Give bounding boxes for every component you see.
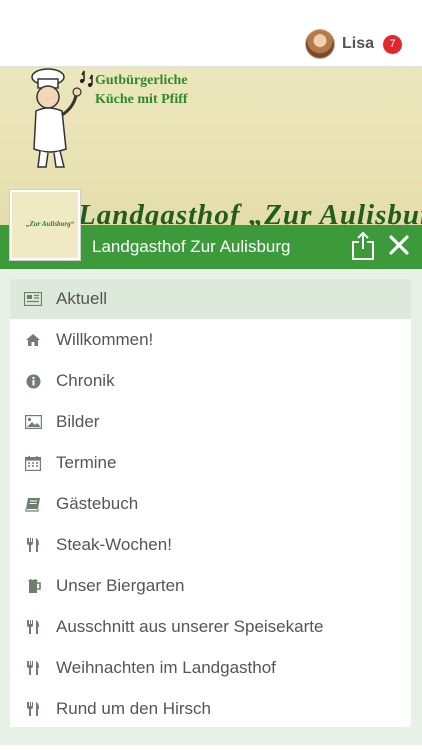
chef-illustration — [31, 68, 93, 168]
share-icon[interactable] — [350, 231, 376, 261]
newspaper-icon — [24, 290, 42, 308]
menu-item-label: Weihnachten im Landgasthof — [56, 658, 276, 677]
banner-slogan: Gutbürgerliche Küche mit Pfiff — [95, 73, 188, 107]
fork-knife-icon — [24, 618, 42, 636]
menu-item-label: Unser Biergarten — [56, 576, 185, 595]
fork-knife-icon — [24, 536, 42, 554]
close-icon[interactable] — [388, 234, 410, 256]
menu-item-termine[interactable]: Termine — [10, 443, 411, 483]
banner-restaurant-name: Landgasthof „Zur Aulisburg“ — [78, 199, 422, 225]
menu-item-gaestebuch[interactable]: Gästebuch — [10, 484, 411, 524]
menu-area: Aktuell Willkommen! Chronik Bilder Termi — [0, 269, 422, 750]
book-icon — [24, 495, 42, 513]
menu-item-label: Steak-Wochen! — [56, 535, 172, 554]
logo-text: „Zur Aulisburg“ — [26, 220, 75, 228]
user-menu[interactable]: Lisa 7 — [304, 29, 402, 59]
menu-item-hirsch[interactable]: Rund um den Hirsch — [10, 689, 411, 729]
menu-item-label: Bilder — [56, 412, 100, 431]
menu-item-label: Rund um den Hirsch — [56, 699, 211, 718]
image-icon — [24, 413, 42, 431]
menu-item-steak-wochen[interactable]: Steak-Wochen! — [10, 525, 411, 565]
restaurant-logo[interactable]: „Zur Aulisburg“ — [10, 190, 80, 260]
info-icon — [24, 372, 42, 390]
menu-item-label: Chronik — [56, 371, 115, 390]
page-title: Landgasthof Zur Aulisburg — [92, 237, 291, 256]
menu-item-label: Termine — [56, 453, 117, 472]
menu-item-biergarten[interactable]: Unser Biergarten — [10, 566, 411, 606]
menu-item-speisekarte[interactable]: Ausschnitt aus unserer Speisekarte — [10, 607, 411, 647]
navigation-menu: Aktuell Willkommen! Chronik Bilder Termi — [10, 279, 411, 727]
menu-item-weihnachten[interactable]: Weihnachten im Landgasthof — [10, 648, 411, 688]
top-bar: Lisa 7 — [0, 0, 422, 67]
bottom-divider — [0, 745, 422, 750]
avatar[interactable] — [304, 29, 335, 59]
notification-badge[interactable]: 7 — [383, 34, 402, 54]
menu-item-label: Gästebuch — [56, 494, 139, 513]
menu-item-aktuell[interactable]: Aktuell — [10, 279, 411, 319]
menu-item-bilder[interactable]: Bilder — [10, 402, 411, 442]
menu-item-label: Aktuell — [56, 289, 108, 308]
beer-icon — [24, 577, 42, 595]
menu-item-willkommen[interactable]: Willkommen! — [10, 320, 411, 360]
fork-knife-icon — [24, 659, 42, 677]
home-icon — [24, 331, 42, 349]
menu-item-label: Willkommen! — [56, 330, 154, 349]
calendar-icon — [24, 454, 42, 472]
menu-item-chronik[interactable]: Chronik — [10, 361, 411, 401]
user-name[interactable]: Lisa — [342, 35, 374, 53]
fork-knife-icon — [24, 700, 42, 718]
menu-item-label: Ausschnitt aus unserer Speisekarte — [56, 617, 324, 636]
